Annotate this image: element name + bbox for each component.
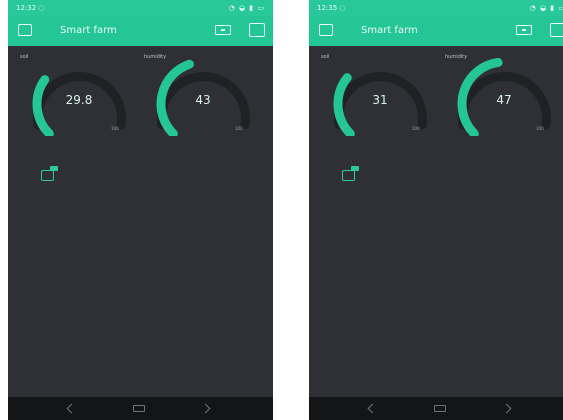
device-icon[interactable] <box>319 24 333 36</box>
widget-device-icon[interactable] <box>342 166 360 182</box>
widget-tab <box>50 166 58 171</box>
gauge-max: 100 <box>111 126 119 131</box>
app-title: Smart farm <box>60 25 117 36</box>
gauge-min: 0 <box>40 126 43 131</box>
square-icon[interactable] <box>249 23 265 37</box>
gauge-value: 29.8 <box>65 93 93 107</box>
device-icon[interactable] <box>18 24 32 36</box>
soil-gauge: soil 31 0 100 <box>321 54 439 136</box>
back-icon[interactable] <box>66 403 77 414</box>
dashboard-content: soil 31 0 100 humidity 47 0 100 <box>309 46 563 397</box>
dashboard-content: soil 29.8 0 100 humidity 43 0 100 <box>8 46 273 397</box>
status-bar: 12:35 ◌ ◔ ◒ ▮ ▭ <box>309 0 563 16</box>
widget-device-icon[interactable] <box>41 166 59 182</box>
recent-apps-icon[interactable] <box>200 403 211 414</box>
gauge-value: 31 <box>372 93 388 107</box>
recent-apps-icon[interactable] <box>501 403 512 414</box>
widget-box <box>342 170 355 181</box>
battery-icon[interactable] <box>215 25 231 35</box>
gauge-max: 100 <box>412 126 420 131</box>
back-icon[interactable] <box>367 403 378 414</box>
navigation-bar <box>309 397 563 420</box>
soil-gauge: soil 29.8 0 100 <box>20 54 138 136</box>
phone-screen-right: 12:35 ◌ ◔ ◒ ▮ ▭ Smart farm soil 31 0 100… <box>309 0 563 420</box>
widget-box <box>41 170 54 181</box>
app-title: Smart farm <box>361 25 418 36</box>
gauge-min: 0 <box>164 126 167 131</box>
humidity-gauge: humidity 47 0 100 <box>445 54 563 136</box>
phone-screen-left: 12:32 ◌ ◔ ◒ ▮ ▭ Smart farm soil 29.8 0 1… <box>8 0 273 420</box>
status-time: 12:35 ◌ <box>317 4 346 12</box>
gauge-max: 100 <box>536 126 544 131</box>
gauge-min: 0 <box>341 126 344 131</box>
app-bar: Smart farm <box>309 16 563 46</box>
gauge-max: 100 <box>235 126 243 131</box>
status-icons: ◔ ◒ ▮ ▭ <box>529 4 563 12</box>
square-icon[interactable] <box>550 23 563 37</box>
gauge-min: 0 <box>465 126 468 131</box>
navigation-bar <box>8 397 273 420</box>
gauge-value: 43 <box>195 93 211 107</box>
status-icons: ◔ ◒ ▮ ▭ <box>228 4 265 12</box>
home-icon[interactable] <box>434 405 446 412</box>
humidity-gauge: humidity 43 0 100 <box>144 54 262 136</box>
home-icon[interactable] <box>133 405 145 412</box>
widget-tab <box>351 166 359 171</box>
app-bar: Smart farm <box>8 16 273 46</box>
battery-icon[interactable] <box>516 25 532 35</box>
status-bar: 12:32 ◌ ◔ ◒ ▮ ▭ <box>8 0 273 16</box>
gauge-value: 47 <box>496 93 512 107</box>
status-time: 12:32 ◌ <box>16 4 45 12</box>
